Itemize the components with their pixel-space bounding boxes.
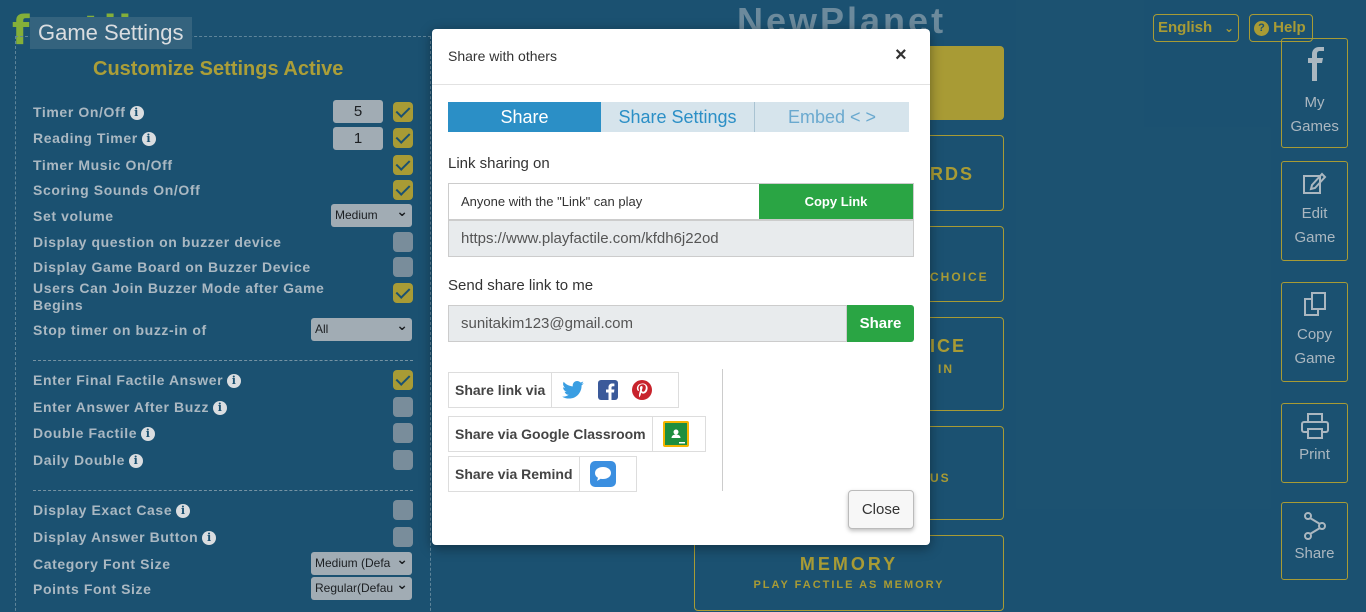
email-field[interactable]: sunitakim123@gmail.com: [448, 305, 847, 342]
tab-share-settings[interactable]: Share Settings: [601, 102, 755, 132]
share-url-field[interactable]: https://www.playfactile.com/kfdh6j22od: [448, 220, 914, 257]
twitter-icon[interactable]: [562, 381, 585, 399]
send-link-label: Send share link to me: [448, 277, 594, 294]
vertical-separator: [722, 369, 723, 491]
send-share-button[interactable]: Share: [847, 305, 914, 342]
share-via-label: Share link via: [449, 373, 553, 407]
remind-label: Share via Remind: [449, 457, 580, 491]
pinterest-icon[interactable]: [632, 380, 653, 400]
link-access-row: Anyone with the "Link" can play Copy Lin…: [448, 183, 914, 220]
email-row: sunitakim123@gmail.com Share: [448, 305, 914, 342]
google-classroom-label: Share via Google Classroom: [449, 417, 653, 451]
link-access-text: Anyone with the "Link" can play: [461, 194, 643, 209]
remind-icons: [580, 461, 626, 487]
share-via-social: Share link via: [448, 372, 679, 408]
social-icons: [552, 380, 662, 400]
tab-share[interactable]: Share: [448, 102, 601, 132]
modal-header: Share with others ×: [432, 29, 930, 85]
share-via-google-classroom[interactable]: Share via Google Classroom: [448, 416, 706, 452]
link-sharing-label: Link sharing on: [448, 155, 550, 172]
close-icon[interactable]: ×: [895, 45, 907, 65]
google-classroom-icon[interactable]: [662, 421, 689, 447]
close-button[interactable]: Close: [848, 490, 914, 529]
share-via-remind[interactable]: Share via Remind: [448, 456, 637, 492]
google-classroom-icons: [653, 421, 699, 447]
facebook-icon[interactable]: [598, 380, 619, 400]
share-modal: Share with others × Share Share Settings…: [432, 29, 930, 545]
remind-icon[interactable]: [589, 461, 616, 487]
tab-embed[interactable]: Embed < >: [755, 102, 909, 132]
copy-link-button[interactable]: Copy Link: [759, 184, 913, 219]
modal-title: Share with others: [448, 48, 557, 64]
share-tabs: Share Share Settings Embed < >: [448, 102, 909, 132]
